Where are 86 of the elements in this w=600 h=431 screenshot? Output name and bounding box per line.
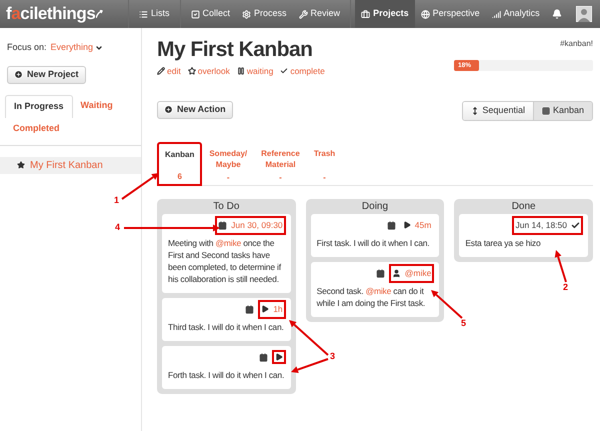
status-tab[interactable]: Completed: [5, 118, 68, 140]
avatar[interactable]: [576, 6, 592, 22]
view-toggle[interactable]: Kanban: [532, 102, 592, 120]
list-tab[interactable]: Trash -: [306, 142, 342, 186]
checkbox-icon: [190, 10, 200, 18]
annotation-arrow: [431, 290, 463, 319]
briefcase-icon: [361, 10, 370, 18]
focus-label: Focus on:: [7, 41, 47, 54]
calendar-icon: [218, 220, 228, 230]
new-action-button[interactable]: New Action: [157, 100, 233, 119]
view-toggle[interactable]: Sequential: [463, 102, 533, 120]
list-tab[interactable]: Reference Material -: [254, 142, 307, 186]
project-title: My First Kanban: [157, 37, 314, 63]
task-card[interactable]: 1h Third task. I will do it when I can.: [162, 298, 291, 341]
task-card[interactable]: 45m First task. I will do it when I can.: [310, 214, 440, 257]
star-icon: [17, 161, 25, 169]
plus-circle-icon: [164, 105, 173, 114]
nav-tab[interactable]: Lists: [133, 0, 176, 28]
task-text: First task. I will do it when I can.: [316, 236, 430, 249]
caret-icon: [95, 44, 104, 52]
check-icon: [571, 220, 580, 230]
gear-icon: [242, 10, 252, 18]
task-card[interactable]: Jun 30, 09:30 Meeting with @mike once the First and Second tasks have been completed, to determine if his collaboration is still needed.: [162, 214, 291, 293]
play-icon: [402, 221, 411, 230]
logo[interactable]: facilethings: [0, 0, 128, 28]
signal-bars-icon: [492, 10, 501, 18]
task-card[interactable]: Forth task. I will do it when I can.: [162, 346, 291, 389]
project-action-link[interactable]: complete: [280, 65, 325, 78]
time-estimate: 1h: [261, 302, 283, 316]
notification-bell-icon[interactable]: [552, 9, 562, 19]
nav-tab[interactable]: Review: [292, 0, 346, 28]
column-title: To Do: [212, 200, 240, 214]
nav-tab[interactable]: Analytics: [486, 0, 546, 28]
completed-date: Jun 14, 18:50: [515, 218, 580, 232]
task-text: Second task. @mike can do it while I am doing the First task.: [316, 284, 426, 309]
list-icon: [139, 10, 148, 18]
task-card[interactable]: Jun 14, 18:50 Esta tarea ya se hizo: [459, 214, 588, 257]
task-text: Forth task. I will do it when I can.: [168, 368, 285, 381]
globe-icon: [420, 10, 430, 18]
list-tab[interactable]: Kanban 6: [157, 142, 202, 186]
vertical-arrow-icon: [471, 106, 480, 115]
project-action-link[interactable]: overlook: [188, 65, 230, 78]
pencil-icon: [157, 67, 165, 76]
annotation-number: 5: [461, 318, 466, 328]
column-title: Done: [510, 200, 537, 214]
status-tab[interactable]: Waiting: [72, 94, 121, 118]
nav-tab[interactable]: Projects: [355, 0, 415, 28]
status-tab[interactable]: In Progress: [5, 94, 73, 118]
annotation-number: 1: [114, 195, 120, 205]
annotation-arrow: [289, 320, 329, 356]
column-title: Doing: [360, 200, 390, 214]
wrench-icon: [298, 10, 308, 18]
pause-icon: [236, 67, 245, 76]
new-project-button[interactable]: New Project: [7, 66, 86, 84]
task-text: Esta tarea ya se hizo: [465, 236, 542, 249]
assignee: @mike: [392, 266, 432, 280]
check-icon: [280, 67, 288, 76]
focus-dropdown[interactable]: Everything: [50, 41, 104, 54]
list-tab[interactable]: Someday/ Maybe -: [202, 142, 254, 186]
calendar-icon: [386, 220, 396, 230]
annotation-arrow: [121, 173, 159, 200]
calendar-icon: [376, 268, 385, 278]
calendar-icon: [245, 304, 254, 314]
annotation-number: 3: [330, 351, 336, 361]
annotation-arrow: [554, 250, 567, 282]
project-tag: #kanban!: [560, 38, 593, 50]
calendar-icon: [258, 352, 268, 362]
annotation-arrow: [291, 358, 328, 373]
grid-icon: [542, 106, 550, 115]
time-estimate: 45m: [402, 218, 432, 232]
task-text: Meeting with @mike once the First and Second tasks have been completed, to determine if his collaboration is still needed.: [168, 236, 282, 285]
person-icon: [392, 268, 401, 278]
project-action-link[interactable]: edit: [157, 65, 181, 78]
play-icon: [261, 305, 270, 314]
nav-tab[interactable]: Collect: [184, 0, 236, 28]
star-icon: [188, 67, 196, 76]
annotation-number: 4: [115, 222, 120, 232]
project-item[interactable]: My First Kanban: [0, 156, 141, 174]
nav-tab[interactable]: Perspective: [414, 0, 486, 28]
nav-tab[interactable]: Process: [236, 0, 293, 28]
plus-circle-icon: [14, 70, 23, 79]
task-card[interactable]: @mike Second task. @mike can do it while I am doing the First task.: [310, 262, 440, 317]
task-text: Third task. I will do it when I can.: [168, 320, 285, 333]
due-date: Jun 30, 09:30: [218, 218, 283, 232]
project-action-link[interactable]: waiting: [236, 65, 274, 78]
annotation-number: 2: [563, 282, 568, 292]
